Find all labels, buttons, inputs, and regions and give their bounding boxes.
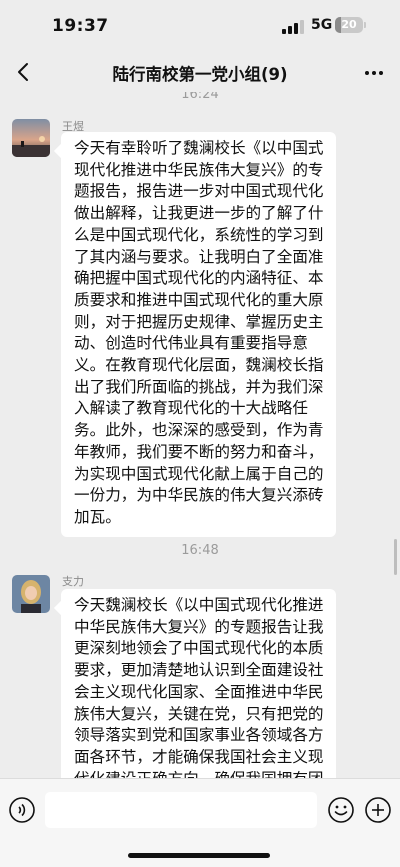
avatar[interactable] [12, 575, 50, 613]
battery-level: 20 [341, 18, 357, 31]
status-bar: 19:37 5G 20 [0, 0, 400, 52]
message-bubble[interactable]: 今天魏澜校长《以中国式现代化推进中华民族伟大复兴》的专题报告让我更深刻地领会了中… [61, 589, 336, 778]
plus-icon[interactable] [364, 796, 392, 824]
time-separator: 16:48 [181, 543, 219, 558]
chat-header: 陆行南校第一党小组(9) [0, 52, 400, 92]
message-input[interactable] [45, 792, 317, 828]
status-time: 19:37 [52, 16, 109, 36]
network-type: 5G [311, 17, 333, 33]
signal-icon [282, 20, 304, 34]
sender-name: 支力 [62, 575, 84, 588]
time-separator: 16:24 [181, 92, 219, 102]
message-bubble[interactable]: 今天有幸聆听了魏澜校长《以中国式现代化推进中华民族伟大复兴》的专题报告，报告进一… [61, 132, 336, 537]
emoji-icon[interactable] [327, 796, 355, 824]
battery-icon: 20 [335, 17, 363, 33]
voice-icon[interactable] [8, 796, 36, 824]
avatar[interactable] [12, 119, 50, 157]
message-list[interactable]: 16:24 王煜 今天有幸聆听了魏澜校长《以中国式现代化推进中华民族伟大复兴》的… [0, 92, 400, 778]
scrollbar-thumb[interactable] [394, 539, 397, 575]
battery-tip [364, 22, 366, 28]
more-icon[interactable] [360, 58, 388, 86]
chat-title: 陆行南校第一党小组(9) [112, 65, 288, 84]
home-indicator[interactable] [128, 853, 270, 858]
